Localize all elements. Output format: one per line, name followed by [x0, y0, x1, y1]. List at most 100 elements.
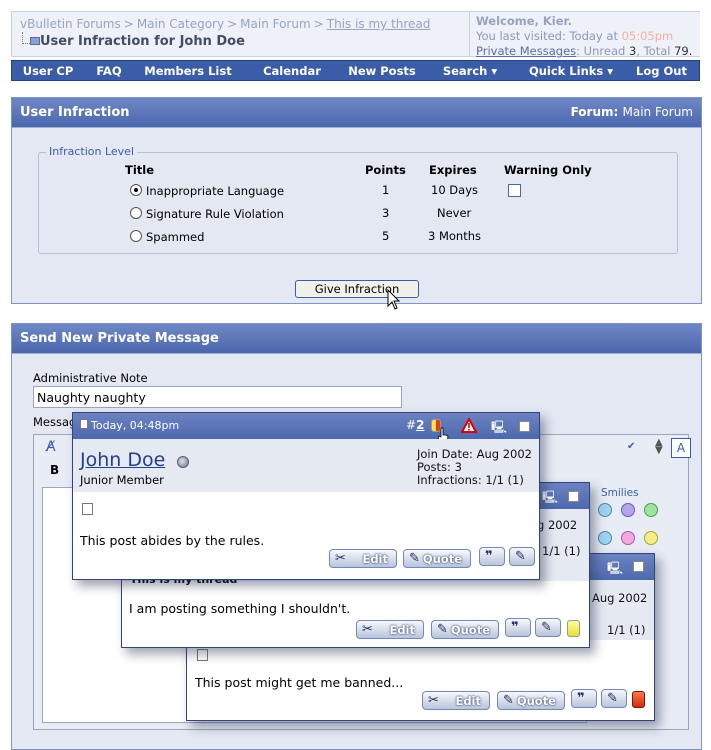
pen-icon: ✎ — [409, 551, 420, 566]
infraction-expires-2: Never — [437, 206, 472, 220]
post-join-date: g 2002 — [537, 518, 578, 532]
quick-reply-button[interactable]: ✎ — [601, 689, 627, 708]
post-text: I am posting something I shouldn't. — [129, 601, 351, 616]
col-title: Title — [125, 163, 155, 177]
infraction-radio-spammed[interactable] — [130, 230, 142, 242]
computer-icon[interactable]: 🖳 — [491, 418, 507, 439]
confused-icon[interactable] — [598, 531, 612, 545]
post-username-link[interactable]: John Doe — [80, 449, 165, 471]
quick-reply-button[interactable]: ✎ — [535, 618, 561, 637]
user-infraction-panel: User Infraction Forum: Main Forum Infrac… — [11, 97, 702, 310]
infraction-expires-1: 10 Days — [431, 183, 478, 197]
multiquote-button[interactable]: ❞ — [479, 547, 505, 566]
pen-icon: ✎ — [515, 549, 526, 564]
select-post-checkbox[interactable] — [568, 491, 579, 502]
post-header: Today, 04:48pm #2 🖳 — [73, 413, 539, 444]
sad-icon[interactable] — [621, 503, 635, 517]
yellow-card-icon[interactable] — [567, 620, 580, 637]
infraction-radio-inappropriate-language[interactable] — [130, 184, 142, 196]
nav-search[interactable]: Search ▾ — [422, 64, 518, 78]
post-userinfo: John Doe Junior Member Join Date: Aug 20… — [73, 439, 539, 492]
edit-label: Edit — [389, 623, 415, 637]
panel-body: Infraction Level Title Points Expires Wa… — [12, 127, 701, 310]
panel-header: User Infraction Forum: Main Forum — [12, 98, 701, 127]
multiquote-button[interactable]: ❞ — [505, 618, 531, 637]
post-join-date: Aug 2002 — [592, 591, 648, 605]
infraction-title-3: Spammed — [146, 230, 205, 244]
quote-button[interactable]: ✎ Quote — [403, 549, 471, 568]
scissors-icon: ✂ — [428, 693, 439, 708]
computer-icon[interactable]: 🖳 — [607, 559, 623, 580]
infraction-title-1: Inappropriate Language — [146, 184, 285, 198]
nav-quick-links[interactable]: Quick Links ▾ — [518, 64, 624, 78]
post-stats: Join Date: Aug 2002 Posts: 3 Infractions… — [417, 448, 532, 487]
computer-icon[interactable]: 🖳 — [542, 488, 558, 509]
smilies-box: Smilies — [598, 487, 658, 545]
scissors-icon: ✂ — [335, 551, 346, 566]
remove-format-icon[interactable]: A̸ — [46, 439, 56, 455]
nav-new-posts[interactable]: New Posts — [342, 64, 422, 78]
breadcrumb-forum[interactable]: Main Forum — [240, 17, 311, 31]
infraction-radio-signature-rule-violation[interactable] — [130, 207, 142, 219]
quote-label: Quote — [450, 623, 490, 637]
breadcrumb-category[interactable]: Main Category — [137, 17, 224, 31]
nav-calendar[interactable]: Calendar — [242, 64, 342, 78]
last-visited-time: 05:05pm — [621, 29, 674, 43]
message-label: Messag — [33, 415, 77, 429]
col-expires: Expires — [429, 163, 477, 177]
breadcrumb-sep: > — [227, 17, 238, 31]
edit-button[interactable]: ✂ Edit — [422, 691, 490, 710]
nav-faq[interactable]: FAQ — [84, 64, 134, 78]
edit-button[interactable]: ✂ Edit — [329, 549, 397, 568]
breadcrumb: vBulletin Forums > Main Category > Main Foru… — [20, 17, 430, 31]
nav-log-out[interactable]: Log Out — [624, 64, 699, 78]
quote-label: Quote — [516, 694, 556, 708]
forum-header: vBulletin Forums > Main Category > Main Foru… — [11, 11, 700, 58]
post-infractions: 1/1 (1) — [607, 623, 646, 637]
quick-reply-button[interactable]: ✎ — [509, 547, 535, 566]
private-messages-link[interactable]: Private Messages — [476, 44, 576, 58]
select-post-checkbox[interactable] — [633, 561, 644, 572]
smile-icon[interactable] — [598, 503, 612, 517]
nav-members-list[interactable]: Members List — [134, 64, 242, 78]
col-points: Points — [365, 163, 406, 177]
post-text: This post abides by the rules. — [80, 533, 265, 548]
post-number[interactable]: #2 — [406, 418, 424, 432]
post-infractions: 1/1 (1) — [542, 544, 581, 558]
redface-icon[interactable] — [621, 531, 635, 545]
pen-icon: ✎ — [503, 693, 514, 708]
quote-button[interactable]: ✎ Quote — [431, 620, 499, 639]
pen-icon: ✎ — [607, 691, 618, 706]
wink-icon[interactable] — [644, 531, 658, 545]
edit-button[interactable]: ✂ Edit — [356, 620, 424, 639]
admin-note-input[interactable]: Naughty naughty — [33, 386, 402, 408]
fieldset-legend: Infraction Level — [46, 145, 138, 158]
nav-user-cp[interactable]: User CP — [12, 64, 84, 78]
bold-button[interactable]: B — [50, 463, 59, 477]
font-icon[interactable]: A — [671, 438, 691, 458]
online-status-icon — [177, 456, 189, 468]
resize-icon[interactable]: ▲ ▼ — [655, 438, 663, 456]
red-card-icon[interactable] — [632, 691, 645, 708]
scissors-icon: ✂ — [362, 622, 373, 637]
page-title: User Infraction for John Doe — [40, 34, 245, 49]
spellcheck-icon[interactable]: ✔ — [627, 441, 635, 452]
quote-button[interactable]: ✎ Quote — [497, 691, 565, 710]
quote-plus-icon: ❞ — [577, 691, 585, 706]
report-post-icon[interactable] — [461, 418, 477, 433]
breadcrumb-thread[interactable]: This is my thread — [327, 17, 431, 31]
navbar: User CP FAQ Members List Calendar New Po… — [11, 60, 700, 81]
panel-title: User Infraction — [20, 105, 130, 120]
multiquote-button[interactable]: ❞ — [571, 689, 597, 708]
select-post-checkbox[interactable] — [519, 421, 530, 432]
forum-name: Main Forum — [622, 105, 693, 119]
pen-icon: ✎ — [541, 620, 552, 635]
folder-icon — [30, 37, 40, 45]
post-date: Today, 04:48pm — [91, 419, 180, 432]
grin-icon[interactable] — [644, 503, 658, 517]
quote-plus-icon: ❞ — [485, 549, 493, 564]
pm-total-label: , Total — [636, 44, 671, 58]
edit-label: Edit — [362, 552, 388, 566]
warning-only-checkbox[interactable] — [508, 184, 521, 197]
breadcrumb-home[interactable]: vBulletin Forums — [20, 17, 121, 31]
